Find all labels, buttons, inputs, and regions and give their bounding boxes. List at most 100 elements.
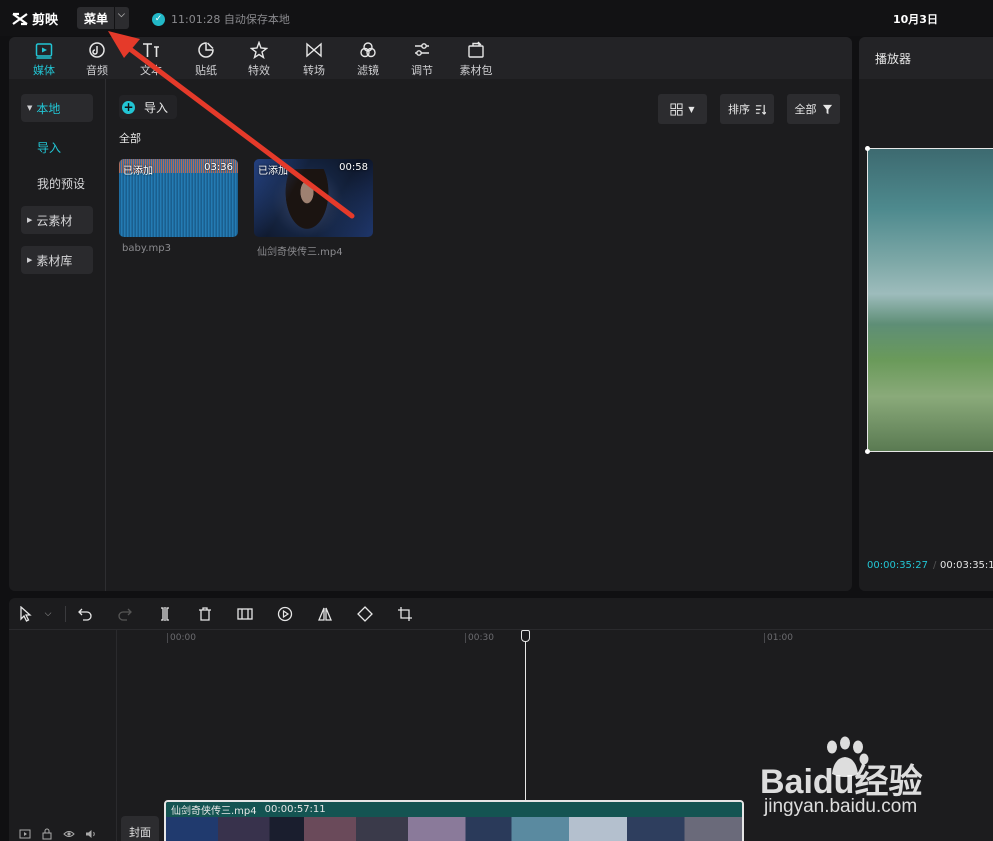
redo-icon — [118, 608, 132, 621]
total-time: 00:03:35:16 — [940, 560, 993, 571]
delete-button[interactable] — [196, 605, 214, 623]
select-mode-dropdown[interactable]: ⌵ — [39, 605, 57, 623]
select-tool-button[interactable] — [17, 605, 35, 623]
adjust-icon — [415, 43, 429, 56]
chevron-down-icon[interactable]: ⌵ — [118, 10, 125, 20]
rotate-button[interactable] — [356, 605, 374, 623]
media-card-audio[interactable]: 已添加 03:36 — [119, 159, 238, 237]
trash-icon — [199, 607, 211, 621]
import-button[interactable]: + 导入 — [119, 95, 177, 119]
freeze-icon — [237, 608, 253, 620]
sidebar-item-label: 素材库 — [36, 253, 73, 268]
menu-label: 菜单 — [84, 11, 109, 26]
crop-icon — [398, 607, 412, 621]
split-icon — [161, 607, 169, 621]
tab-label: 调节 — [411, 64, 433, 77]
undo-icon — [78, 608, 92, 621]
triangle-right-icon: ▶ — [27, 216, 33, 224]
chevron-down-icon: ⌵ — [44, 609, 52, 619]
player-title: 播放器 — [875, 52, 912, 66]
media-filename: baby.mp3 — [122, 243, 171, 254]
project-date: 10月3日 — [893, 13, 938, 26]
video-clip[interactable]: 仙剑奇侠传三.mp4 00:00:57:11 — [164, 800, 744, 841]
clip-thumbnails — [166, 817, 742, 841]
player-header: 播放器 — [859, 37, 993, 79]
preview-canvas[interactable] — [865, 146, 993, 454]
player-panel: 播放器 00:00:35:27 / 00:03:35:16 — [859, 37, 993, 591]
caret-down-icon: ▼ — [688, 104, 695, 114]
crop-button[interactable] — [396, 605, 414, 623]
tab-text[interactable]: 文本 — [126, 40, 176, 78]
media-panel: 媒体 音频 文本 贴纸 特效 转场 滤镜 调节 素材包 ▼ 本地 导入 我的预设… — [9, 37, 852, 591]
cursor-icon — [20, 606, 32, 622]
media-icon — [35, 43, 53, 59]
tab-package[interactable]: 素材包 — [451, 40, 501, 78]
effects-icon — [250, 41, 268, 59]
track-video-icon[interactable] — [19, 828, 31, 840]
tab-effects[interactable]: 特效 — [234, 40, 284, 78]
resize-handle[interactable] — [865, 146, 870, 151]
tab-label: 滤镜 — [357, 64, 379, 77]
tab-adjust[interactable]: 调节 — [397, 40, 447, 78]
tab-media[interactable]: 媒体 — [19, 40, 69, 78]
tab-sticker[interactable]: 贴纸 — [181, 40, 231, 78]
sort-button[interactable]: 排序 — [720, 94, 774, 124]
check-icon: ✓ — [152, 12, 165, 26]
filter-all-button[interactable]: 全部 — [787, 94, 840, 124]
transition-icon — [306, 42, 322, 58]
reverse-button[interactable] — [276, 605, 294, 623]
undo-button[interactable] — [76, 605, 94, 623]
sticker-icon — [198, 42, 214, 58]
tab-transition[interactable]: 转场 — [289, 40, 339, 78]
mirror-button[interactable] — [316, 605, 334, 623]
capcut-logo-icon — [12, 12, 28, 25]
tab-audio[interactable]: 音频 — [72, 40, 122, 78]
triangle-down-icon: ▼ — [27, 104, 33, 112]
plus-icon: + — [122, 100, 135, 114]
duration-label: 00:58 — [339, 162, 368, 173]
sidebar-item-library[interactable]: ▶ 素材库 — [21, 246, 93, 274]
track-controls — [19, 828, 97, 840]
import-label: 导入 — [144, 100, 169, 115]
app-logo: 剪映 — [12, 9, 58, 28]
app-name: 剪映 — [32, 13, 59, 28]
split-button[interactable] — [156, 605, 174, 623]
lock-icon[interactable] — [41, 828, 53, 840]
sidebar-item-label: 本地 — [36, 101, 61, 116]
autosave-status: ✓ 11:01:28 自动保存本地 — [152, 11, 290, 27]
ruler-tick: 00:00 — [167, 633, 196, 643]
added-badge: 已添加 — [123, 166, 153, 177]
audio-icon — [89, 42, 105, 58]
redo-button[interactable] — [116, 605, 134, 623]
tab-label: 媒体 — [33, 64, 55, 77]
menu-button[interactable]: 菜单 ⌵ — [77, 7, 129, 29]
funnel-icon — [822, 104, 832, 114]
current-time: 00:00:35:27 — [867, 560, 929, 571]
eye-icon[interactable] — [63, 828, 75, 840]
tab-filter[interactable]: 滤镜 — [343, 40, 393, 78]
ruler-tick: 01:00 — [764, 633, 793, 643]
added-badge: 已添加 — [258, 166, 288, 177]
sidebar-item-presets[interactable]: 我的预设 — [37, 175, 85, 192]
sort-label: 排序 — [728, 103, 750, 116]
tab-label: 特效 — [248, 64, 270, 77]
filter-label: 全部 — [794, 103, 817, 116]
play-circle-icon — [277, 606, 293, 622]
freeze-frame-button[interactable] — [236, 605, 254, 623]
resize-handle[interactable] — [865, 449, 870, 454]
sidebar-item-cloud[interactable]: ▶ 云素材 — [21, 206, 93, 234]
clip-duration: 00:00:57:11 — [264, 804, 326, 815]
media-card-video[interactable]: 已添加 00:58 — [254, 159, 373, 237]
sidebar-item-local[interactable]: ▼ 本地 — [21, 94, 93, 122]
text-icon — [143, 43, 159, 57]
time-separator: / — [933, 560, 937, 571]
sidebar-item-import[interactable]: 导入 — [37, 139, 61, 156]
view-mode-button[interactable]: ▼ — [658, 94, 707, 124]
volume-icon[interactable] — [85, 828, 97, 840]
time-ruler[interactable]: 00:00 00:30 01:00 — [117, 630, 993, 646]
tab-label: 音频 — [86, 64, 108, 77]
cover-button[interactable]: 封面 — [121, 816, 159, 841]
grid-view-icon — [670, 102, 683, 116]
playhead-handle[interactable] — [521, 630, 530, 642]
media-filename: 仙剑奇侠传三.mp4 — [257, 247, 343, 258]
